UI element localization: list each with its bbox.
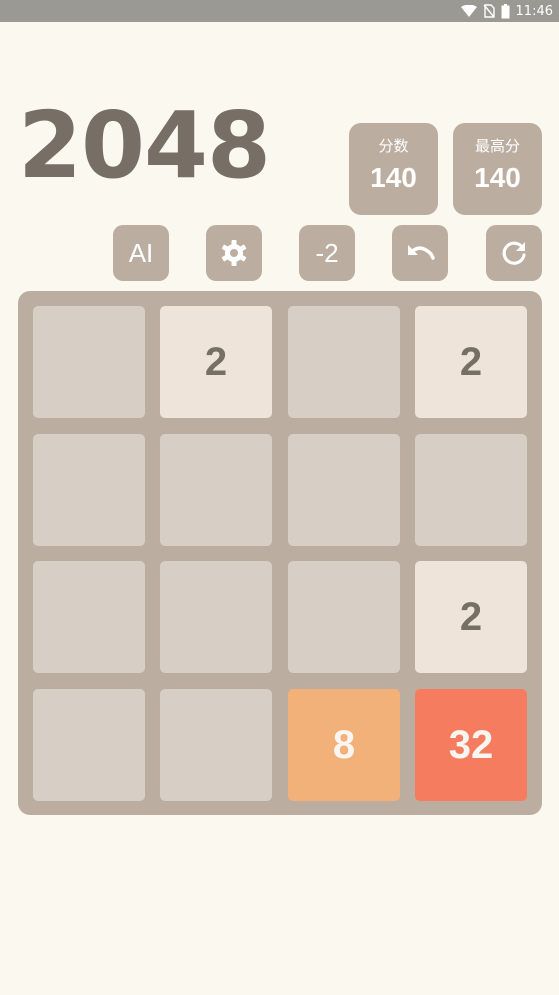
game-title: 2048 xyxy=(18,92,271,199)
tile-r4-c4: 32 xyxy=(415,689,527,801)
undo-icon xyxy=(405,238,435,268)
game-board[interactable]: 2 2 2 8 32 xyxy=(18,291,542,815)
undo-button[interactable] xyxy=(392,225,448,281)
minus-two-label: -2 xyxy=(315,237,339,268)
tile-r2-c1 xyxy=(33,434,145,546)
best-score-label: 最高分 xyxy=(474,137,520,155)
best-score-value: 140 xyxy=(474,162,521,193)
settings-button[interactable] xyxy=(206,225,262,281)
tile-r3-c2 xyxy=(160,561,272,673)
ai-button-label: AI xyxy=(128,237,154,268)
no-sim-icon xyxy=(482,4,495,18)
tile-r1-c3 xyxy=(288,306,400,418)
tile-r2-c4 xyxy=(415,434,527,546)
tile-r3-c4: 2 xyxy=(415,561,527,673)
best-score-box: 最高分 140 xyxy=(453,123,542,215)
score-value: 140 xyxy=(370,162,417,193)
tile-r2-c2 xyxy=(160,434,272,546)
score-label: 分数 xyxy=(378,137,409,155)
score-box: 分数 140 xyxy=(349,123,438,215)
minus-two-button[interactable]: -2 xyxy=(299,225,355,281)
restart-button[interactable] xyxy=(486,225,542,281)
tile-r4-c2 xyxy=(160,689,272,801)
status-icons: 11:46 xyxy=(460,0,553,22)
tile-r2-c3 xyxy=(288,434,400,546)
tile-r3-c1 xyxy=(33,561,145,673)
tile-r1-c1 xyxy=(33,306,145,418)
tile-r3-c3 xyxy=(288,561,400,673)
status-bar: 11:46 xyxy=(0,0,559,22)
tile-r4-c3: 8 xyxy=(288,689,400,801)
tile-r1-c4: 2 xyxy=(415,306,527,418)
battery-icon xyxy=(501,3,510,19)
status-time: 11:46 xyxy=(515,3,553,19)
tile-r1-c2: 2 xyxy=(160,306,272,418)
wifi-icon xyxy=(460,5,477,17)
tile-r4-c1 xyxy=(33,689,145,801)
ai-button[interactable]: AI xyxy=(113,225,169,281)
gear-icon xyxy=(219,238,249,268)
restart-icon xyxy=(499,238,529,268)
